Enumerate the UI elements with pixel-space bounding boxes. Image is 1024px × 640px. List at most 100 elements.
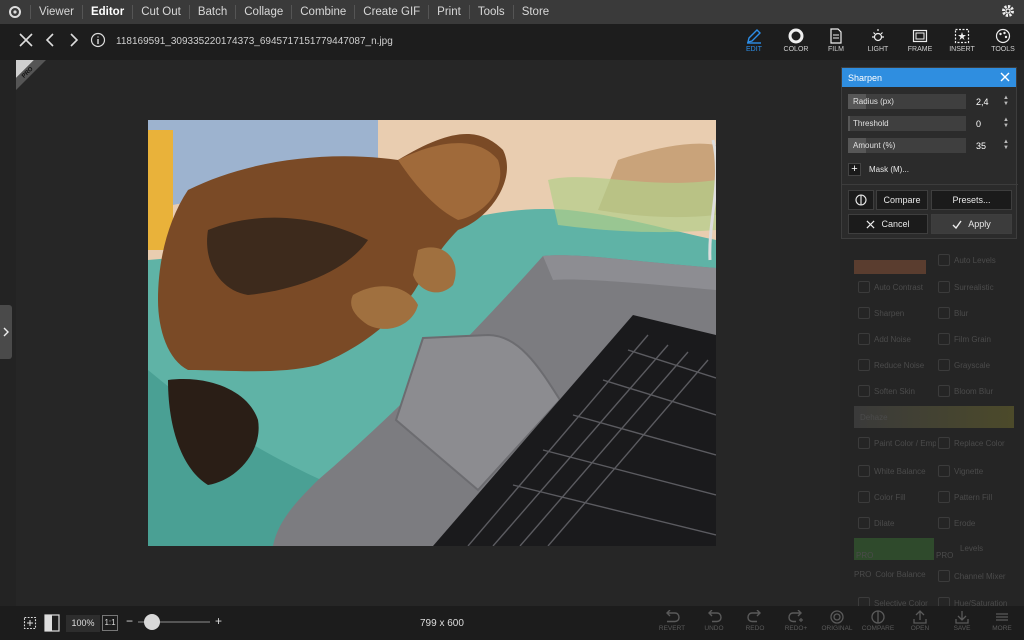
left-panel-toggle[interactable] [0, 305, 12, 359]
previous-icon[interactable] [44, 32, 56, 53]
filter-dehaze[interactable]: Dehaze [854, 406, 1014, 428]
insert-icon [954, 28, 970, 44]
more-button[interactable]: MORE [984, 610, 1020, 632]
radius-slider-row: Radius (px) 2,4 ▲ ▼ [848, 94, 1014, 109]
filter-sharpen[interactable]: Sharpen [858, 307, 904, 319]
filter-vignette[interactable]: Vignette [938, 465, 983, 477]
filter-levels[interactable]: Levels [960, 544, 983, 553]
undo-label: UNDO [704, 625, 724, 632]
edited-photo[interactable] [148, 120, 716, 546]
filter-blur[interactable]: Blur [938, 307, 968, 319]
tab-film[interactable]: FILM [816, 28, 856, 58]
cancel-button[interactable]: Cancel [848, 214, 928, 234]
fit-view-icon[interactable] [44, 614, 60, 637]
radius-stepper-icon[interactable]: ▲ ▼ [1003, 95, 1009, 107]
compare-button[interactable]: Compare [876, 190, 928, 210]
apply-button[interactable]: Apply [931, 214, 1012, 234]
filter-paint-color[interactable]: Paint Color / Emphasize Col... [858, 437, 938, 449]
pro-badge-wrap-2: PRO [936, 538, 958, 560]
amount-slider[interactable]: Amount (%) [848, 138, 966, 153]
tab-edit[interactable]: EDIT [734, 28, 774, 58]
tab-insert[interactable]: INSERT [942, 28, 982, 58]
plus-icon[interactable]: + [848, 163, 861, 176]
redo-plus-icon [788, 610, 803, 623]
more-label: MORE [992, 625, 1012, 632]
filter-channel-mixer-label: Channel Mixer [954, 571, 1006, 581]
filter-replace-color[interactable]: Replace Color [938, 437, 1005, 449]
filter-white-balance[interactable]: White Balance [858, 465, 926, 477]
tab-tools[interactable]: TOOLS [983, 28, 1023, 58]
actual-size-button[interactable]: 1:1 [102, 615, 118, 631]
close-icon[interactable] [18, 32, 34, 53]
radius-value[interactable]: 2,4 [976, 97, 989, 107]
editor-toolbar: 118169591_309335220174373_69457171517794… [0, 24, 1024, 60]
nav-print[interactable]: Print [428, 5, 469, 19]
filter-dilate[interactable]: Dilate [858, 517, 894, 529]
nav-batch[interactable]: Batch [188, 5, 235, 19]
dilate-icon [858, 517, 870, 529]
nav-cut-out[interactable]: Cut Out [132, 5, 189, 19]
filter-add-noise[interactable]: Add Noise [858, 333, 911, 345]
next-icon[interactable] [68, 32, 80, 53]
filter-levels-label: Levels [960, 544, 984, 553]
undo-button[interactable]: UNDO [696, 610, 732, 632]
filter-auto-levels[interactable]: Auto Levels [938, 254, 996, 266]
nav-store[interactable]: Store [512, 5, 558, 19]
filter-color-balance[interactable]: PRO Color Balance [854, 570, 926, 579]
edit-icon [747, 29, 761, 44]
dialog-close-icon[interactable] [999, 71, 1011, 85]
nav-tools[interactable]: Tools [468, 5, 513, 19]
nav-viewer[interactable]: Viewer [30, 5, 82, 19]
filter-auto-contrast[interactable]: Auto Contrast [858, 281, 923, 293]
zoom-out-button[interactable]: − [126, 614, 133, 628]
filter-pattern-fill[interactable]: Pattern Fill [938, 491, 992, 503]
app-logo-icon[interactable] [0, 0, 30, 24]
settings-gear-icon[interactable] [1000, 3, 1016, 22]
filter-bloom-blur[interactable]: Bloom Blur [938, 385, 993, 397]
nav-editor[interactable]: Editor [81, 5, 132, 19]
tab-color[interactable]: COLOR [776, 28, 816, 58]
open-button[interactable]: OPEN [902, 610, 938, 632]
amount-stepper-icon[interactable]: ▲ ▼ [1003, 139, 1009, 151]
split-view-button[interactable] [848, 190, 874, 210]
auto-levels-swatch[interactable] [854, 260, 926, 274]
filter-grayscale[interactable]: Grayscale [938, 359, 990, 371]
filter-reduce-noise[interactable]: Reduce Noise [858, 359, 924, 371]
redo-plus-button[interactable]: REDO+ [778, 610, 814, 632]
light-icon [872, 29, 884, 42]
filter-channel-mixer[interactable]: Channel Mixer [938, 570, 1006, 582]
threshold-slider[interactable]: Threshold [848, 116, 966, 131]
zoom-in-button[interactable]: + [215, 614, 222, 628]
filter-surrealistic[interactable]: Surrealistic [938, 281, 994, 293]
pattern-fill-icon [938, 491, 950, 503]
filter-color-fill[interactable]: Color Fill [858, 491, 906, 503]
redo-button[interactable]: REDO [737, 610, 773, 632]
amount-value[interactable]: 35 [976, 141, 986, 151]
mask-row[interactable]: + Mask (M)... [848, 163, 909, 176]
auto-contrast-icon [858, 281, 870, 293]
filter-erode[interactable]: Erode [938, 517, 975, 529]
original-button[interactable]: ORIGINAL [819, 610, 855, 632]
filter-levels-pro-swatch[interactable]: PRO [854, 538, 934, 560]
compare-bottom-button[interactable]: COMPARE [860, 610, 896, 632]
tab-frame[interactable]: FRAME [900, 28, 940, 58]
threshold-value[interactable]: 0 [976, 119, 981, 129]
nav-create-gif[interactable]: Create GIF [354, 5, 428, 19]
radius-label: Radius (px) [853, 97, 894, 106]
nav-collage[interactable]: Collage [235, 5, 291, 19]
filter-film-grain[interactable]: Film Grain [938, 333, 991, 345]
filter-erode-label: Erode [954, 518, 976, 528]
filter-bloom-blur-label: Bloom Blur [954, 386, 994, 396]
revert-button[interactable]: REVERT [654, 610, 690, 632]
filter-blur-label: Blur [954, 308, 969, 318]
filter-soften-skin[interactable]: Soften Skin [858, 385, 915, 397]
selection-icon[interactable] [22, 615, 38, 636]
tab-light[interactable]: LIGHT [858, 28, 898, 58]
info-icon[interactable] [90, 32, 106, 53]
presets-button[interactable]: Presets... [931, 190, 1012, 210]
threshold-stepper-icon[interactable]: ▲ ▼ [1003, 117, 1009, 129]
save-button[interactable]: SAVE [944, 610, 980, 632]
nav-combine[interactable]: Combine [291, 5, 354, 19]
zoom-level[interactable]: 100% [66, 615, 100, 632]
radius-slider[interactable]: Radius (px) [848, 94, 966, 109]
